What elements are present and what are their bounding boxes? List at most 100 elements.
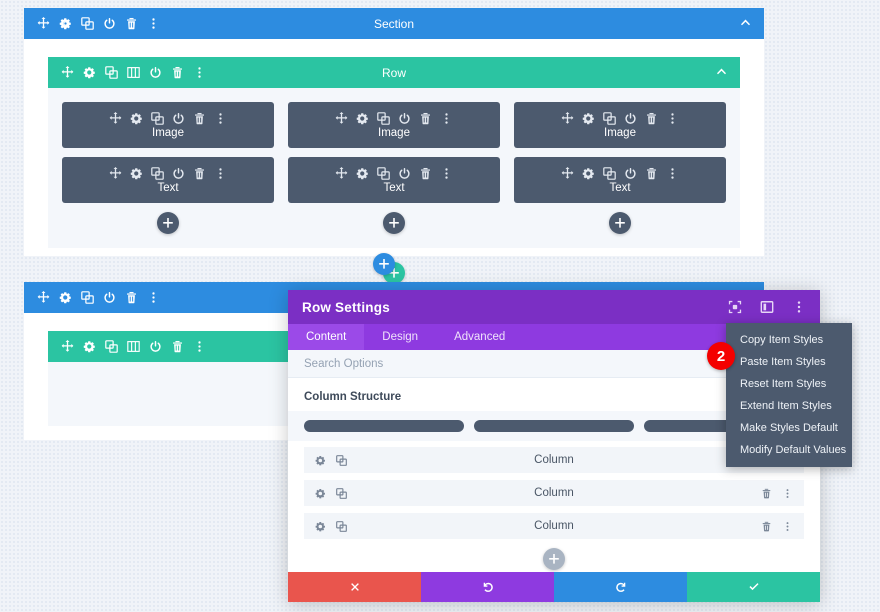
trash-icon[interactable]	[645, 167, 658, 180]
tab-design[interactable]: Design	[364, 324, 436, 350]
duplicate-icon[interactable]	[151, 112, 164, 125]
gear-icon[interactable]	[356, 167, 369, 180]
module-text[interactable]: Text	[62, 157, 274, 203]
power-icon[interactable]	[398, 112, 411, 125]
module-image[interactable]: Image	[288, 102, 500, 148]
move-icon[interactable]	[109, 167, 122, 180]
gear-icon[interactable]	[130, 167, 143, 180]
add-module-button[interactable]	[383, 212, 405, 234]
tab-content[interactable]: Content	[288, 324, 364, 350]
module-text[interactable]: Text	[514, 157, 726, 203]
duplicate-icon[interactable]	[105, 66, 118, 79]
cancel-button[interactable]	[288, 572, 421, 602]
add-column-button[interactable]	[543, 548, 565, 570]
gear-icon[interactable]	[130, 112, 143, 125]
duplicate-icon[interactable]	[377, 112, 390, 125]
move-icon[interactable]	[37, 291, 50, 304]
move-icon[interactable]	[109, 112, 122, 125]
trash-icon[interactable]	[193, 167, 206, 180]
move-icon[interactable]	[335, 167, 348, 180]
undo-button[interactable]	[421, 572, 554, 602]
trash-icon[interactable]	[419, 167, 432, 180]
row-2-toolbar-icons[interactable]	[48, 340, 206, 353]
more-vertical-icon[interactable]	[666, 167, 679, 180]
power-icon[interactable]	[149, 340, 162, 353]
trash-icon[interactable]	[171, 66, 184, 79]
section-2-toolbar-icons[interactable]	[24, 291, 160, 304]
move-icon[interactable]	[561, 112, 574, 125]
power-icon[interactable]	[172, 167, 185, 180]
power-icon[interactable]	[103, 17, 116, 30]
module-toolbar-icons[interactable]	[561, 112, 679, 125]
chevron-up-icon[interactable]	[740, 18, 764, 29]
power-icon[interactable]	[103, 291, 116, 304]
more-vertical-icon[interactable]	[792, 300, 806, 314]
module-toolbar-icons[interactable]	[561, 167, 679, 180]
row-1-toolbar-icons[interactable]	[48, 66, 206, 79]
duplicate-icon[interactable]	[81, 17, 94, 30]
duplicate-icon[interactable]	[105, 340, 118, 353]
gear-icon[interactable]	[83, 66, 96, 79]
duplicate-icon[interactable]	[81, 291, 94, 304]
item-styles-dropdown-menu[interactable]: Copy Item Styles Paste Item Styles Reset…	[726, 323, 852, 467]
section-1-toolbar[interactable]: Section	[24, 8, 764, 39]
move-icon[interactable]	[61, 66, 74, 79]
tab-advanced[interactable]: Advanced	[436, 324, 523, 350]
fullscreen-icon[interactable]	[728, 300, 742, 314]
table-row[interactable]: Column	[304, 480, 804, 506]
move-icon[interactable]	[61, 340, 74, 353]
trash-icon[interactable]	[193, 112, 206, 125]
module-toolbar-icons[interactable]	[109, 167, 227, 180]
module-text[interactable]: Text	[288, 157, 500, 203]
move-icon[interactable]	[561, 167, 574, 180]
save-button[interactable]	[687, 572, 820, 602]
add-section-button[interactable]	[373, 253, 395, 275]
column-1[interactable]: Image Text	[62, 102, 274, 234]
column-2[interactable]: Image Text	[288, 102, 500, 234]
menu-item-make-styles-default[interactable]: Make Styles Default	[726, 417, 852, 439]
more-vertical-icon[interactable]	[147, 17, 160, 30]
power-icon[interactable]	[149, 66, 162, 79]
power-icon[interactable]	[398, 167, 411, 180]
more-vertical-icon[interactable]	[214, 112, 227, 125]
module-image[interactable]: Image	[62, 102, 274, 148]
trash-icon[interactable]	[171, 340, 184, 353]
more-vertical-icon[interactable]	[193, 340, 206, 353]
row-1[interactable]: Row	[48, 57, 740, 248]
menu-item-extend-item-styles[interactable]: Extend Item Styles	[726, 395, 852, 417]
power-icon[interactable]	[624, 112, 637, 125]
columns-icon[interactable]	[127, 66, 140, 79]
section-1[interactable]: Section Row	[24, 8, 764, 256]
gear-icon[interactable]	[59, 17, 72, 30]
more-vertical-icon[interactable]	[440, 112, 453, 125]
section-1-toolbar-icons[interactable]	[24, 17, 160, 30]
column-3[interactable]: Image Text	[514, 102, 726, 234]
gear-icon[interactable]	[83, 340, 96, 353]
search-input[interactable]: Search Options	[304, 358, 383, 370]
panel-view-icon[interactable]	[760, 300, 774, 314]
menu-item-reset-item-styles[interactable]: Reset Item Styles	[726, 373, 852, 395]
module-toolbar-icons[interactable]	[109, 112, 227, 125]
trash-icon[interactable]	[645, 112, 658, 125]
modal-footer[interactable]	[288, 572, 820, 602]
add-module-button[interactable]	[609, 212, 631, 234]
column-structure-bar[interactable]	[304, 420, 464, 432]
power-icon[interactable]	[624, 167, 637, 180]
trash-icon[interactable]	[125, 291, 138, 304]
power-icon[interactable]	[172, 112, 185, 125]
duplicate-icon[interactable]	[603, 167, 616, 180]
trash-icon[interactable]	[125, 17, 138, 30]
module-toolbar-icons[interactable]	[335, 112, 453, 125]
menu-item-modify-default-values[interactable]: Modify Default Values	[726, 439, 852, 461]
column-structure-bar[interactable]	[474, 420, 634, 432]
add-module-button[interactable]	[157, 212, 179, 234]
row-1-toolbar[interactable]: Row	[48, 57, 740, 88]
module-toolbar-icons[interactable]	[335, 167, 453, 180]
gear-icon[interactable]	[582, 167, 595, 180]
module-image[interactable]: Image	[514, 102, 726, 148]
more-vertical-icon[interactable]	[666, 112, 679, 125]
more-vertical-icon[interactable]	[440, 167, 453, 180]
more-vertical-icon[interactable]	[214, 167, 227, 180]
chevron-up-icon[interactable]	[716, 67, 740, 78]
gear-icon[interactable]	[59, 291, 72, 304]
